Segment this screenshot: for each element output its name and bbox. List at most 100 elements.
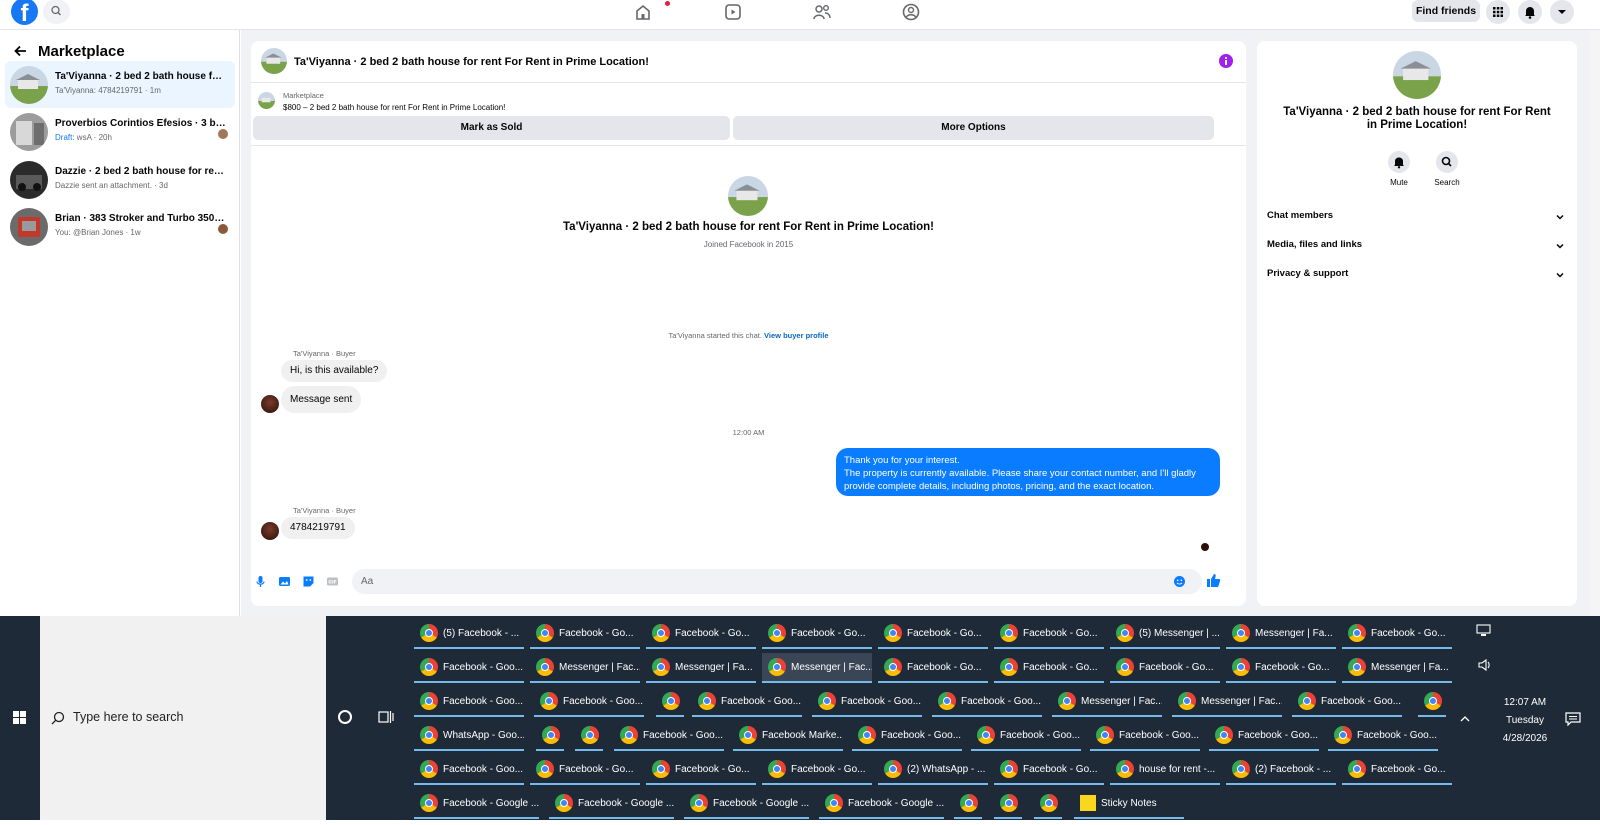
taskbar-window[interactable]: Facebook - Go... [1110, 653, 1220, 683]
taskbar-window[interactable]: Facebook - Goo... [1090, 721, 1200, 751]
taskbar-window[interactable]: Messenger | Fac... [530, 653, 640, 683]
thumbs-up-icon[interactable] [1206, 573, 1221, 588]
taskbar-window[interactable]: Messenger | Fac... [1172, 687, 1282, 717]
taskbar-window[interactable]: Facebook - Go... [646, 619, 756, 649]
conversation-item[interactable]: Ta'Viyanna · 2 bed 2 bath house for rent… [5, 61, 235, 108]
taskbar-window[interactable]: house for rent -... [1110, 755, 1220, 785]
chat-thumbnail[interactable] [261, 48, 287, 74]
taskbar-window[interactable]: Facebook - Go... [530, 619, 640, 649]
taskbar-window[interactable] [994, 789, 1022, 819]
taskbar-window[interactable]: Facebook - Go... [1226, 653, 1336, 683]
taskbar-window[interactable]: Facebook - Go... [646, 755, 756, 785]
photo-icon[interactable] [278, 575, 291, 588]
cortana-icon[interactable] [338, 710, 352, 724]
taskbar-window[interactable]: Facebook - Goo... [932, 687, 1042, 717]
more-options-button[interactable]: More Options [733, 116, 1214, 140]
taskbar-window[interactable]: Facebook - Goo... [1328, 721, 1438, 751]
taskbar-window-active[interactable]: Messenger | Fac... [762, 653, 872, 683]
start-button[interactable] [0, 616, 40, 820]
taskbar-window[interactable]: WhatsApp - Goo... [414, 721, 524, 751]
incoming-message[interactable]: Hi, is this available? [281, 360, 388, 382]
taskbar-window[interactable]: Facebook - Go... [762, 619, 872, 649]
volume-icon[interactable] [1477, 658, 1493, 672]
outgoing-message[interactable]: Thank you for your interest. The propert… [836, 448, 1220, 496]
facebook-logo-icon[interactable]: f [11, 0, 38, 25]
taskbar-window[interactable]: (2) WhatsApp - ... [878, 755, 988, 785]
taskbar-window[interactable]: Facebook - Goo... [1292, 687, 1402, 717]
mute-button[interactable] [1388, 151, 1410, 173]
emoji-icon[interactable] [1173, 575, 1186, 588]
taskbar-window[interactable]: Facebook - Goo... [852, 721, 962, 751]
taskbar-window[interactable]: Facebook - Google ... [684, 789, 809, 819]
taskbar-window[interactable]: Facebook - Goo... [414, 687, 524, 717]
taskbar-window[interactable]: Facebook - Goo... [414, 653, 524, 683]
media-files-links-section[interactable]: Media, files and links [1267, 239, 1567, 255]
find-friends-button[interactable]: Find friends [1412, 0, 1480, 22]
incoming-message[interactable]: 4784219791 [281, 517, 355, 539]
taskbar-window[interactable]: Facebook - Google ... [549, 789, 674, 819]
system-clock[interactable]: 12:07 AM Tuesday 4/28/2026 [1475, 694, 1575, 748]
incoming-message[interactable]: Message sent [281, 386, 362, 413]
taskbar-window[interactable]: Facebook - Goo... [534, 687, 644, 717]
taskbar-window[interactable]: (5) Facebook - ... [414, 619, 524, 649]
taskbar-window[interactable]: Facebook - Goo... [614, 721, 724, 751]
taskbar-window[interactable]: Facebook - Go... [530, 755, 640, 785]
gif-icon[interactable]: GIF [326, 575, 339, 588]
groups-icon[interactable] [811, 2, 833, 22]
sticker-icon[interactable] [302, 575, 315, 588]
chevron-up-icon[interactable] [1459, 713, 1471, 725]
taskbar-window[interactable] [1034, 789, 1062, 819]
back-arrow-icon[interactable] [13, 43, 29, 59]
mark-as-sold-button[interactable]: Mark as Sold [253, 116, 730, 140]
privacy-support-section[interactable]: Privacy & support [1267, 268, 1567, 284]
taskbar-window[interactable]: Messenger | Fac... [1052, 687, 1162, 717]
taskbar-window[interactable]: Facebook - Goo... [812, 687, 922, 717]
taskbar-window[interactable] [1418, 687, 1446, 717]
taskbar-window-sticky-notes[interactable]: Sticky Notes [1074, 789, 1184, 819]
taskbar-window[interactable]: Facebook - Go... [762, 755, 872, 785]
notifications-button[interactable] [1518, 0, 1542, 24]
network-icon[interactable] [1476, 624, 1492, 638]
taskbar-window[interactable]: Facebook - Goo... [1209, 721, 1319, 751]
search-button[interactable] [1436, 151, 1458, 173]
taskbar-window[interactable] [656, 687, 684, 717]
listing-thumbnail[interactable] [1393, 51, 1441, 99]
info-icon[interactable] [1219, 54, 1233, 68]
sender-avatar[interactable] [261, 522, 279, 540]
home-icon[interactable] [632, 2, 654, 22]
taskbar-window[interactable]: Facebook - Goo... [692, 687, 802, 717]
conversation-item[interactable]: Proverbios Corintios Efesios · 3 bed 2 b… [5, 108, 235, 155]
taskbar-window[interactable] [954, 789, 982, 819]
taskbar-window[interactable]: Facebook - Go... [994, 653, 1104, 683]
message-input[interactable] [352, 569, 1202, 594]
profile-thumbnail[interactable] [728, 176, 768, 216]
taskbar-window[interactable]: Messenger | Fa... [1226, 619, 1336, 649]
view-buyer-profile-link[interactable]: View buyer profile [764, 331, 828, 340]
taskbar-search[interactable]: Type here to search [40, 616, 326, 820]
taskbar-window[interactable]: (2) Facebook - ... [1226, 755, 1336, 785]
taskbar-window[interactable]: Facebook Marke... [733, 721, 843, 751]
conversation-item[interactable]: Brian · 383 Stroker and Turbo 350 for sa… [5, 203, 235, 250]
taskbar-window[interactable] [575, 721, 603, 751]
chat-members-section[interactable]: Chat members [1267, 210, 1567, 226]
conversation-item[interactable]: Dazzie · 2 bed 2 bath house for rent For… [5, 156, 235, 203]
sender-avatar[interactable] [261, 395, 279, 413]
taskbar-window[interactable]: Messenger | Fa... [1342, 653, 1452, 683]
taskbar-window[interactable]: Facebook - Go... [994, 755, 1104, 785]
taskbar-window[interactable]: Facebook - Go... [878, 619, 988, 649]
profile-icon[interactable] [900, 2, 922, 22]
menu-button[interactable] [1486, 0, 1510, 24]
taskbar-window[interactable]: Facebook - Google ... [819, 789, 944, 819]
taskbar-window[interactable]: Messenger | Fa... [646, 653, 756, 683]
search-button[interactable] [43, 0, 70, 24]
video-icon[interactable] [722, 2, 744, 22]
taskbar-window[interactable] [536, 721, 564, 751]
listing-description[interactable]: $800 – 2 bed 2 bath house for rent For R… [283, 103, 505, 112]
account-button[interactable] [1550, 0, 1574, 24]
taskbar-window[interactable]: (5) Messenger | ... [1110, 619, 1220, 649]
chat-title[interactable]: Ta'Viyanna · 2 bed 2 bath house for rent… [294, 56, 649, 68]
notification-icon[interactable] [1565, 712, 1581, 726]
microphone-icon[interactable] [254, 575, 267, 588]
taskbar-window[interactable]: Facebook - Go... [878, 653, 988, 683]
taskbar-window[interactable]: Facebook - Go... [1342, 619, 1452, 649]
